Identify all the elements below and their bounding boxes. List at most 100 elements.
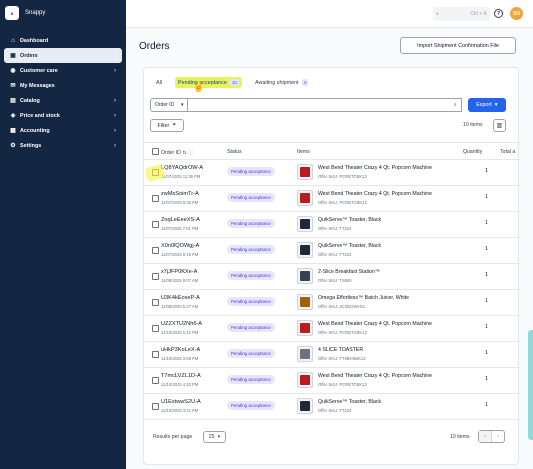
- tab-count-badge: 10: [229, 79, 239, 86]
- avatar[interactable]: SN: [510, 7, 523, 20]
- row-checkbox[interactable]: [152, 325, 159, 332]
- order-date: 11/10/2025 3:06 PM: [161, 356, 199, 361]
- results-per-page-select[interactable]: 25 ▾: [203, 431, 226, 443]
- table-header: Order ID ⇅ ⓘ Status Items Quantity Total…: [144, 142, 520, 160]
- select-all-checkbox[interactable]: [152, 148, 159, 155]
- export-button[interactable]: Export ▾: [467, 98, 506, 112]
- top-bar: ⌕ Ctrl + K ? SN: [126, 0, 533, 28]
- product-thumbnail: [297, 294, 313, 310]
- table-row[interactable]: U1ExtwwS2U-A 11/10/2025 4:21 PM Pending ac…: [144, 394, 520, 420]
- product-thumbnail: [297, 372, 313, 388]
- order-id-link[interactable]: uHkP3KoLeX-A: [161, 347, 200, 353]
- table-row[interactable]: uHkP3KoLeX-A 11/10/2025 3:06 PM Pending ac…: [144, 342, 520, 368]
- sidebar-item-customer-care[interactable]: ◉ Customer care ›: [4, 63, 122, 78]
- item-name[interactable]: Omega Effortless™ Batch Juicer, White: [318, 295, 409, 301]
- order-id-link[interactable]: x7jJFP0KXe-A: [161, 269, 197, 275]
- global-search[interactable]: ⌕ Ctrl + K: [433, 7, 490, 21]
- item-sku: Offer SKU: PCRBTCBK13: [318, 200, 367, 205]
- item-sku: Offer SKU: TT224: [318, 252, 352, 257]
- order-id-link[interactable]: X0n0lQOWgj-A: [161, 243, 199, 249]
- filter-button[interactable]: Filter ⏷: [150, 119, 184, 132]
- item-quantity: 1: [485, 376, 488, 382]
- help-icon[interactable]: ?: [494, 9, 503, 18]
- product-thumbnail: [297, 320, 313, 336]
- home-icon: ⌂: [11, 37, 15, 44]
- app-name: Snappy: [25, 10, 46, 16]
- search-field-select[interactable]: Order ID ▾: [150, 98, 189, 112]
- table-row[interactable]: LQ8YAQdrOW-A 11/07/2025 11:36 PM Pending a…: [144, 160, 520, 186]
- item-name[interactable]: QuikServe™ Toaster, Black: [318, 399, 381, 405]
- search-icon[interactable]: ⌕: [454, 102, 457, 108]
- import-shipment-button[interactable]: Import Shipment Confirmation File: [400, 37, 516, 54]
- column-settings-button[interactable]: ▥: [493, 119, 506, 132]
- row-checkbox[interactable]: [152, 221, 159, 228]
- item-sku: Offer SKU: TT224: [318, 226, 352, 231]
- row-checkbox[interactable]: [152, 273, 159, 280]
- sidebar-item-settings[interactable]: ⚙ Settings ›: [4, 138, 122, 153]
- item-name[interactable]: West Bend Theater Crazy 4 Qt. Popcorn Ma…: [318, 373, 432, 379]
- row-checkbox[interactable]: [152, 403, 159, 410]
- item-name[interactable]: 2-Slice Breakfast Station™: [318, 269, 380, 275]
- order-search-input[interactable]: ⌕: [188, 98, 462, 112]
- sidebar-item-price-and-stock[interactable]: ◈ Price and stock ›: [4, 108, 122, 123]
- chevron-right-icon: ›: [114, 112, 116, 119]
- item-name[interactable]: West Bend Theater Crazy 4 Qt. Popcorn Ma…: [318, 191, 432, 197]
- order-date: 11/07/2025 8:36 PM: [161, 200, 199, 205]
- table-row[interactable]: zwMsSoimTr-A 11/07/2025 8:36 PM Pending ac…: [144, 186, 520, 212]
- filter-icon: ⏷: [172, 122, 177, 128]
- sidebar-item-accounting[interactable]: ▦ Accounting ›: [4, 123, 122, 138]
- brand[interactable]: S Snappy: [5, 6, 45, 20]
- order-id-link[interactable]: U3K4kEoxeP-A: [161, 295, 200, 301]
- sidebar-item-orders[interactable]: ▣ Orders: [4, 48, 122, 63]
- tab-pending-acceptance[interactable]: Pending acceptance 10: [175, 77, 242, 88]
- order-id-link[interactable]: ZnqLeEeeXS-A: [161, 217, 200, 223]
- tab-awaiting-shipment[interactable]: Awaiting shipment 4: [252, 77, 311, 88]
- table-row[interactable]: UZZXTU2Nh6-A 11/10/2025 1:42 PM Pending ac…: [144, 316, 520, 342]
- order-id-link[interactable]: zwMsSoimTr-A: [161, 191, 199, 197]
- sidebar-item-label: Catalog: [20, 97, 40, 104]
- product-thumbnail: [297, 164, 313, 180]
- row-checkbox[interactable]: [152, 195, 159, 202]
- item-name[interactable]: QuikServe™ Toaster, Black: [318, 217, 381, 223]
- item-name[interactable]: QuikServe™ Toaster, Black: [318, 243, 381, 249]
- sidebar-item-dashboard[interactable]: ⌂ Dashboard: [4, 33, 122, 48]
- footer-items-count: 10 items: [450, 434, 470, 440]
- row-checkbox[interactable]: [152, 247, 159, 254]
- header-total: Total a: [500, 149, 516, 155]
- export-label: Export: [476, 102, 492, 108]
- row-checkbox[interactable]: [152, 351, 159, 358]
- chevron-right-icon: ›: [114, 67, 116, 74]
- order-id-link[interactable]: UZZXTU2Nh6-A: [161, 321, 202, 327]
- next-page-button[interactable]: ›: [492, 431, 504, 442]
- table-row[interactable]: X0n0lQOWgj-A 11/07/2025 6:19 PM Pending ac…: [144, 238, 520, 264]
- item-sku: Offer SKU: JC3022WH11: [318, 304, 366, 309]
- table-row[interactable]: U3K4kEoxeP-A 11/08/2025 5:27 AM Pending ac…: [144, 290, 520, 316]
- chevron-down-icon: ▾: [180, 102, 184, 108]
- mouse-cursor-icon: ☝: [193, 82, 205, 92]
- row-checkbox[interactable]: [152, 299, 159, 306]
- item-name[interactable]: 4 SLICE TOASTER: [318, 347, 363, 353]
- sidebar-item-my-messages[interactable]: ✉ My Messages: [4, 78, 122, 93]
- item-name[interactable]: West Bend Theater Crazy 4 Qt. Popcorn Ma…: [318, 321, 432, 327]
- sidebar-item-catalog[interactable]: ▤ Catalog ›: [4, 93, 122, 108]
- header-order-id[interactable]: Order ID ⇅ ⓘ: [161, 149, 193, 156]
- table-row[interactable]: T7mcLVZL1D-A 11/10/2025 4:32 PM Pending ac…: [144, 368, 520, 394]
- table-row[interactable]: x7jJFP0KXe-A 11/08/2025 9:07 AM Pending ac…: [144, 264, 520, 290]
- side-panel-edge[interactable]: [528, 330, 533, 440]
- item-quantity: 1: [485, 402, 488, 408]
- item-name[interactable]: West Bend Theater Crazy 4 Qt. Popcorn Ma…: [318, 165, 432, 171]
- table-row[interactable]: ZnqLeEeeXS-A 11/07/2025 7:51 PM Pending ac…: [144, 212, 520, 238]
- info-icon: ⓘ: [188, 150, 194, 156]
- order-id-link[interactable]: U1ExtwwS2U-A: [161, 399, 201, 405]
- chevron-right-icon: ›: [114, 142, 116, 149]
- status-badge: Pending acceptance: [227, 297, 275, 306]
- prev-page-button[interactable]: ‹: [479, 431, 492, 442]
- sidebar-item-label: Customer care: [20, 67, 58, 74]
- order-id-link[interactable]: LQ8YAQdrOW-A: [161, 165, 203, 171]
- search-row: Order ID ▾ ⌕ Export ▾: [150, 98, 506, 112]
- item-quantity: 1: [485, 246, 488, 252]
- order-id-link[interactable]: T7mcLVZL1D-A: [161, 373, 201, 379]
- sidebar-nav: ⌂ Dashboard ▣ Orders ◉ Customer care › ✉ My Mess…: [4, 33, 122, 153]
- tab-all[interactable]: All: [153, 78, 165, 88]
- row-checkbox[interactable]: [152, 377, 159, 384]
